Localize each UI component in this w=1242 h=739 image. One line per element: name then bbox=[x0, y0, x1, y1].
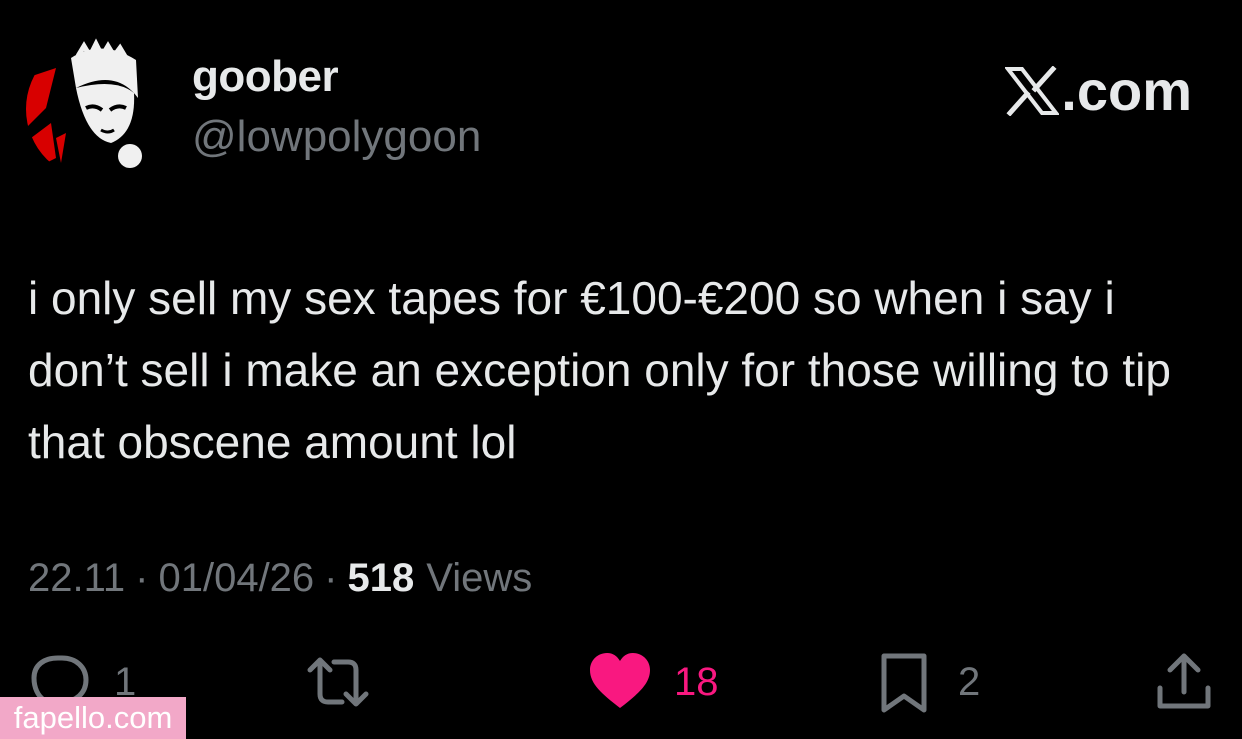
repost-button[interactable] bbox=[306, 650, 370, 714]
share-button[interactable] bbox=[1152, 650, 1216, 714]
brand-label: .com bbox=[1061, 59, 1192, 122]
repost-icon bbox=[307, 657, 369, 707]
bookmark-count: 2 bbox=[958, 659, 981, 704]
watermark: fapello.com bbox=[0, 697, 186, 739]
share-icon bbox=[1157, 653, 1211, 709]
bookmark-button[interactable]: 2 bbox=[872, 650, 980, 714]
tweet-text: i only sell my sex tapes for €100-€200 s… bbox=[28, 272, 1184, 468]
heart-icon bbox=[590, 653, 650, 708]
tweet-date[interactable]: 01/04/26 bbox=[158, 556, 314, 601]
bookmark-icon bbox=[881, 653, 927, 713]
author-handle[interactable]: @lowpolygoon bbox=[192, 112, 481, 162]
tweet-time[interactable]: 22.11 bbox=[28, 556, 125, 601]
views-label: Views bbox=[426, 556, 533, 600]
meta-separator: · bbox=[135, 556, 149, 600]
avatar[interactable] bbox=[26, 38, 168, 180]
tweet-meta: 22.11 · 01/04/26 · 518 Views bbox=[28, 556, 532, 601]
tweet-actions: 1 18 2 bbox=[0, 650, 1242, 730]
meta-separator: · bbox=[324, 556, 338, 600]
views-count: 518 bbox=[347, 556, 415, 600]
author-display-name[interactable]: goober bbox=[192, 52, 339, 102]
like-button[interactable]: 18 bbox=[588, 650, 719, 714]
x-brand: .com bbox=[1005, 58, 1192, 123]
avatar-image bbox=[26, 38, 168, 180]
like-count: 18 bbox=[674, 659, 719, 704]
x-logo-icon bbox=[1005, 65, 1060, 116]
